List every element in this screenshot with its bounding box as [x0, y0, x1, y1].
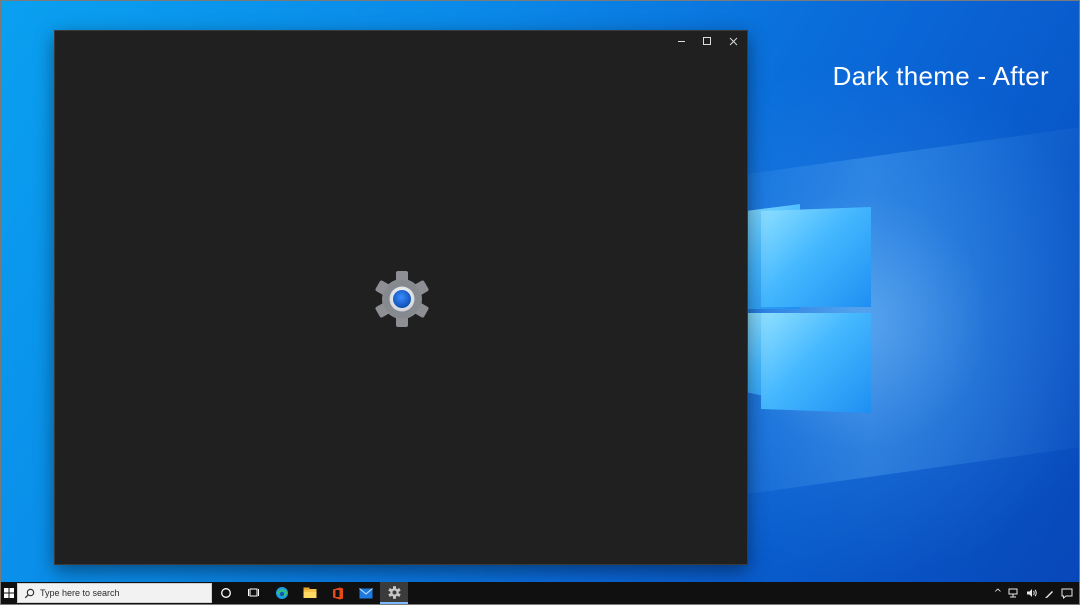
task-view-icon	[247, 588, 259, 597]
close-button[interactable]	[720, 31, 746, 51]
cortana-button[interactable]	[212, 582, 240, 604]
system-tray: ^	[994, 588, 1079, 599]
settings-icon	[387, 585, 401, 599]
volume-icon[interactable]	[1026, 588, 1038, 598]
cortana-icon	[221, 588, 231, 598]
file-explorer-button[interactable]	[296, 582, 324, 604]
windows-start-icon	[4, 588, 14, 598]
file-explorer-icon	[303, 587, 317, 598]
title-bar[interactable]	[55, 31, 747, 51]
minimize-icon	[677, 40, 685, 42]
close-icon	[729, 37, 737, 45]
task-view-button[interactable]	[240, 582, 268, 604]
search-icon	[24, 588, 35, 598]
taskbar-search-box[interactable]: Type here to search	[17, 583, 212, 603]
chevron-up-icon[interactable]: ^	[994, 588, 1002, 599]
maximize-icon	[703, 37, 711, 45]
office-icon	[333, 587, 343, 599]
taskbar: Type here to search ^	[1, 582, 1079, 604]
mail-icon	[359, 587, 373, 598]
minimize-button[interactable]	[668, 31, 694, 51]
notification-icon[interactable]	[1061, 588, 1073, 599]
edge-icon	[276, 587, 288, 599]
start-button[interactable]	[1, 582, 17, 604]
network-icon[interactable]	[1008, 588, 1020, 598]
office-button[interactable]	[324, 582, 352, 604]
maximize-button[interactable]	[694, 31, 720, 51]
settings-gear-icon	[375, 271, 429, 327]
mail-button[interactable]	[352, 582, 380, 604]
desktop: Dark theme - After Type here to search ^	[0, 0, 1080, 605]
settings-window[interactable]	[54, 30, 748, 565]
pen-icon[interactable]	[1044, 588, 1055, 599]
edge-button[interactable]	[268, 582, 296, 604]
search-placeholder: Type here to search	[40, 588, 120, 598]
desktop-caption: Dark theme - After	[832, 61, 1049, 91]
settings-taskbar-button[interactable]	[380, 582, 408, 604]
